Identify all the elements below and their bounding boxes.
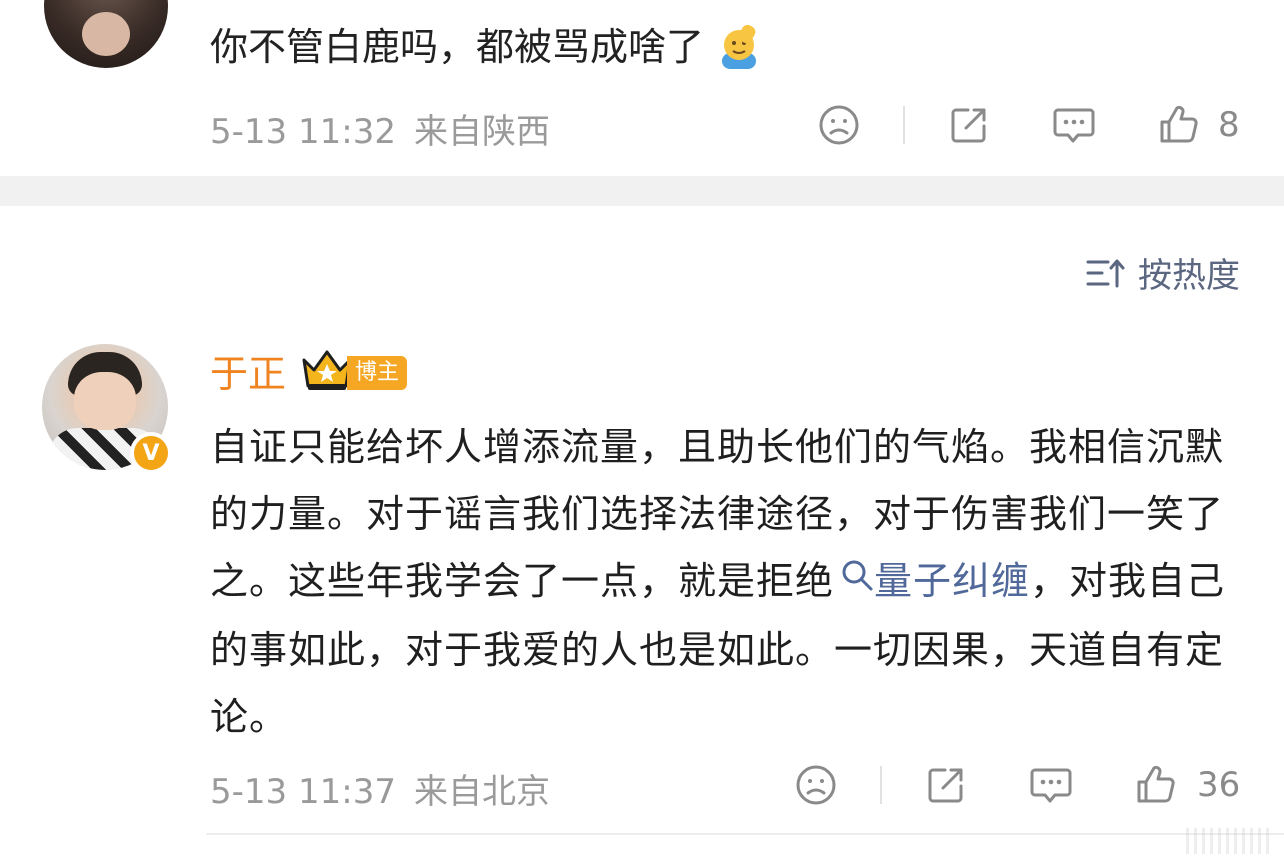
share-button[interactable] xyxy=(925,764,967,806)
share-icon xyxy=(951,108,986,143)
action-divider xyxy=(903,106,905,144)
thumbs-up-icon xyxy=(1137,765,1175,803)
comment-card-top: 你不管白鹿吗，都被骂成啥了 5-13 11:32 来自陕西 8 xyxy=(0,0,1284,176)
share-button[interactable] xyxy=(948,104,990,146)
v-verified-icon: V xyxy=(130,432,172,474)
like-count: 36 xyxy=(1197,765,1241,805)
avatar[interactable] xyxy=(44,0,168,68)
like-button[interactable]: 36 xyxy=(1135,764,1240,806)
dislike-button[interactable] xyxy=(818,104,860,146)
comment-bubble-icon xyxy=(1030,768,1072,803)
avatar-face xyxy=(74,372,136,430)
sad-face-icon xyxy=(796,765,836,805)
share-icon xyxy=(928,768,963,803)
sort-label: 按热度 xyxy=(1138,256,1240,296)
comment-text: 自证只能给坏人增添流量，且助长他们的气焰。我相信沉默的力量。对于谣言我们选择法律… xyxy=(210,414,1240,751)
comment-location: 来自陕西 xyxy=(413,112,550,152)
section-divider xyxy=(0,176,1284,206)
watermark xyxy=(1186,828,1270,854)
comment-time: 5-13 11:32 xyxy=(210,112,396,152)
crown-icon xyxy=(302,350,352,390)
author-badge: 博主 xyxy=(347,356,408,390)
comment-text-content: 你不管白鹿吗，都被骂成啥了 xyxy=(210,25,705,69)
avatar-face xyxy=(82,12,130,56)
sort-by-hot-button[interactable]: 按热度 xyxy=(1086,248,1240,297)
sort-icon xyxy=(1086,259,1125,287)
saluting-face-icon xyxy=(716,23,762,69)
action-divider xyxy=(880,766,882,804)
comment-meta: 5-13 11:37 来自北京 xyxy=(210,764,550,813)
comment-text: 你不管白鹿吗，都被骂成啥了 xyxy=(210,20,762,74)
comment-time: 5-13 11:37 xyxy=(210,772,396,812)
reply-button[interactable] xyxy=(1052,104,1096,146)
comment-bubble-icon xyxy=(1053,108,1095,143)
dislike-button[interactable] xyxy=(795,764,837,806)
reply-button[interactable] xyxy=(1029,764,1073,806)
username[interactable]: 于正 xyxy=(210,348,286,400)
comment-divider xyxy=(206,833,1284,835)
like-count: 8 xyxy=(1218,105,1240,145)
thumbs-up-icon xyxy=(1160,105,1198,143)
sad-face-icon xyxy=(819,105,859,145)
search-icon xyxy=(840,546,874,613)
comment-meta: 5-13 11:32 来自陕西 xyxy=(210,104,550,153)
like-button[interactable]: 8 xyxy=(1158,104,1240,146)
comment-location: 来自北京 xyxy=(413,772,550,812)
topic-link[interactable]: 量子纠缠 xyxy=(874,559,1030,603)
